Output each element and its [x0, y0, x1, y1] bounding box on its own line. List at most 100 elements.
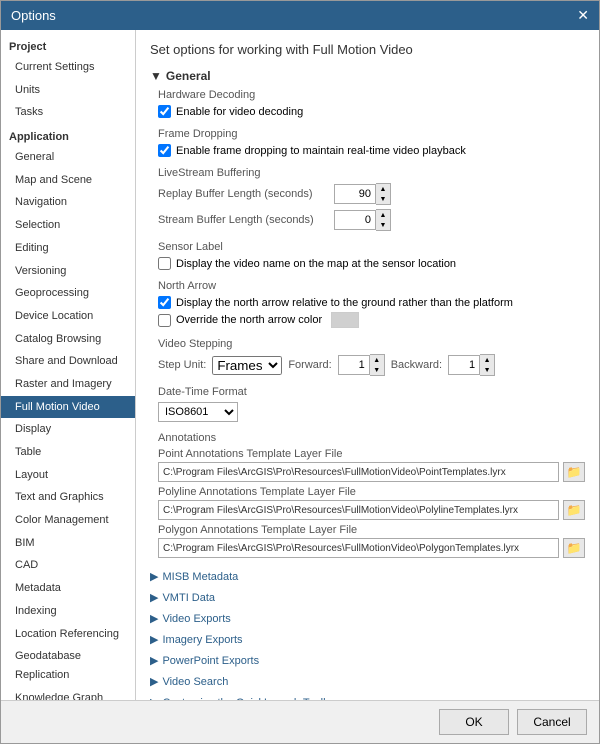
- misb-metadata-header[interactable]: ▶ MISB Metadata: [150, 568, 585, 585]
- sidebar-item-location-referencing[interactable]: Location Referencing: [1, 623, 135, 646]
- backward-label: Backward:: [391, 359, 442, 371]
- close-button[interactable]: ✕: [577, 7, 589, 24]
- sidebar-item-layout[interactable]: Layout: [1, 464, 135, 487]
- frame-dropping-checkbox[interactable]: [158, 144, 171, 157]
- backward-spin-buttons: ▲ ▼: [480, 354, 495, 376]
- replay-buffer-down[interactable]: ▼: [376, 194, 390, 204]
- datetime-label: Date-Time Format: [158, 386, 585, 398]
- replay-buffer-spin-buttons: ▲ ▼: [376, 183, 391, 205]
- sidebar-item-geodatabase-replication[interactable]: Geodatabase Replication: [1, 645, 135, 686]
- misb-metadata-expand: ▶ MISB Metadata: [150, 568, 585, 585]
- step-unit-select[interactable]: Frames: [212, 356, 282, 375]
- expand-arrow-icon5: ▶: [150, 654, 158, 667]
- point-ann-input[interactable]: [158, 462, 559, 482]
- north-arrow-checkbox2[interactable]: [158, 314, 171, 327]
- forward-down[interactable]: ▼: [370, 365, 384, 375]
- datetime-section: Date-Time Format ISO8601: [158, 386, 585, 422]
- sidebar-item-color-management[interactable]: Color Management: [1, 509, 135, 532]
- stream-buffer-spin-buttons: ▲ ▼: [376, 209, 391, 231]
- video-stepping-row: Step Unit: Frames Forward: ▲ ▼ Ba: [158, 354, 585, 376]
- backward-input[interactable]: [448, 355, 480, 375]
- polygon-ann-input[interactable]: [158, 538, 559, 558]
- sidebar-item-text-and-graphics[interactable]: Text and Graphics: [1, 486, 135, 509]
- sidebar-item-cad[interactable]: CAD: [1, 554, 135, 577]
- general-section: ▼ General Hardware Decoding Enable for v…: [150, 69, 585, 558]
- video-exports-label: Video Exports: [162, 613, 230, 625]
- video-search-expand: ▶ Video Search: [150, 673, 585, 690]
- polyline-ann-row: 📁: [158, 500, 585, 520]
- replay-buffer-input[interactable]: [334, 184, 376, 204]
- frame-dropping-row: Enable frame dropping to maintain real-t…: [158, 144, 585, 157]
- backward-up[interactable]: ▲: [480, 355, 494, 365]
- backward-down[interactable]: ▼: [480, 365, 494, 375]
- replay-buffer-label: Replay Buffer Length (seconds): [158, 188, 328, 200]
- polyline-ann-browse[interactable]: 📁: [563, 500, 585, 520]
- sidebar-item-metadata[interactable]: Metadata: [1, 577, 135, 600]
- sidebar-item-share-and-download[interactable]: Share and Download: [1, 350, 135, 373]
- page-title: Set options for working with Full Motion…: [150, 42, 585, 57]
- sensor-label-section: Sensor Label Display the video name on t…: [158, 241, 585, 270]
- sensor-label-text: Display the video name on the map at the…: [176, 258, 456, 270]
- dialog-body: Project Current Settings Units Tasks App…: [1, 30, 599, 700]
- sidebar-item-knowledge-graph[interactable]: Knowledge Graph: [1, 687, 135, 700]
- north-arrow-checkbox1[interactable]: [158, 296, 171, 309]
- point-ann-browse[interactable]: 📁: [563, 462, 585, 482]
- frame-dropping-text: Enable frame dropping to maintain real-t…: [176, 145, 466, 157]
- imagery-exports-header[interactable]: ▶ Imagery Exports: [150, 631, 585, 648]
- video-exports-header[interactable]: ▶ Video Exports: [150, 610, 585, 627]
- sidebar-item-full-motion-video[interactable]: Full Motion Video: [1, 396, 135, 419]
- sidebar-item-geoprocessing[interactable]: Geoprocessing: [1, 282, 135, 305]
- polygon-ann-browse[interactable]: 📁: [563, 538, 585, 558]
- color-swatch[interactable]: [331, 312, 359, 328]
- sidebar-item-display[interactable]: Display: [1, 418, 135, 441]
- replay-buffer-spinner: ▲ ▼: [334, 183, 391, 205]
- sidebar-item-bim[interactable]: BIM: [1, 532, 135, 555]
- sensor-label-checkbox[interactable]: [158, 257, 171, 270]
- video-exports-expand: ▶ Video Exports: [150, 610, 585, 627]
- frame-dropping-section: Frame Dropping Enable frame dropping to …: [158, 128, 585, 157]
- point-ann-row: 📁: [158, 462, 585, 482]
- title-bar: Options ✕: [1, 1, 599, 30]
- video-search-header[interactable]: ▶ Video Search: [150, 673, 585, 690]
- powerpoint-exports-header[interactable]: ▶ PowerPoint Exports: [150, 652, 585, 669]
- sidebar-item-device-location[interactable]: Device Location: [1, 305, 135, 328]
- misb-metadata-label: MISB Metadata: [162, 571, 238, 583]
- sensor-label-row: Display the video name on the map at the…: [158, 257, 585, 270]
- hardware-decoding-checkbox[interactable]: [158, 105, 171, 118]
- expand-arrow-icon3: ▶: [150, 612, 158, 625]
- sidebar-item-versioning[interactable]: Versioning: [1, 260, 135, 283]
- sidebar-item-current-settings[interactable]: Current Settings: [1, 56, 135, 79]
- imagery-exports-expand: ▶ Imagery Exports: [150, 631, 585, 648]
- sidebar-item-catalog-browsing[interactable]: Catalog Browsing: [1, 328, 135, 351]
- sidebar-item-table[interactable]: Table: [1, 441, 135, 464]
- sidebar-item-editing[interactable]: Editing: [1, 237, 135, 260]
- vmti-data-header[interactable]: ▶ VMTI Data: [150, 589, 585, 606]
- polyline-ann-input[interactable]: [158, 500, 559, 520]
- expand-arrow-icon: ▶: [150, 570, 158, 583]
- video-stepping-label: Video Stepping: [158, 338, 585, 350]
- sidebar-item-map-and-scene[interactable]: Map and Scene: [1, 169, 135, 192]
- stream-buffer-input[interactable]: [334, 210, 376, 230]
- video-stepping-section: Video Stepping Step Unit: Frames Forward…: [158, 338, 585, 376]
- vmti-data-label: VMTI Data: [162, 592, 215, 604]
- sidebar-item-raster-and-imagery[interactable]: Raster and Imagery: [1, 373, 135, 396]
- hardware-decoding-row: Enable for video decoding: [158, 105, 585, 118]
- sidebar-item-units[interactable]: Units: [1, 79, 135, 102]
- stream-buffer-down[interactable]: ▼: [376, 220, 390, 230]
- sidebar-item-selection[interactable]: Selection: [1, 214, 135, 237]
- stream-buffer-up[interactable]: ▲: [376, 210, 390, 220]
- hardware-decoding-label: Hardware Decoding: [158, 89, 585, 101]
- replay-buffer-up[interactable]: ▲: [376, 184, 390, 194]
- datetime-select[interactable]: ISO8601: [158, 402, 238, 422]
- forward-input[interactable]: [338, 355, 370, 375]
- sidebar-item-indexing[interactable]: Indexing: [1, 600, 135, 623]
- cancel-button[interactable]: Cancel: [517, 709, 587, 735]
- north-arrow-row1: Display the north arrow relative to the …: [158, 296, 585, 309]
- sidebar-item-general[interactable]: General: [1, 146, 135, 169]
- forward-up[interactable]: ▲: [370, 355, 384, 365]
- sidebar-section-application: Application: [1, 128, 135, 146]
- step-unit-label: Step Unit:: [158, 359, 206, 371]
- sidebar-item-navigation[interactable]: Navigation: [1, 191, 135, 214]
- sidebar-item-tasks[interactable]: Tasks: [1, 101, 135, 124]
- ok-button[interactable]: OK: [439, 709, 509, 735]
